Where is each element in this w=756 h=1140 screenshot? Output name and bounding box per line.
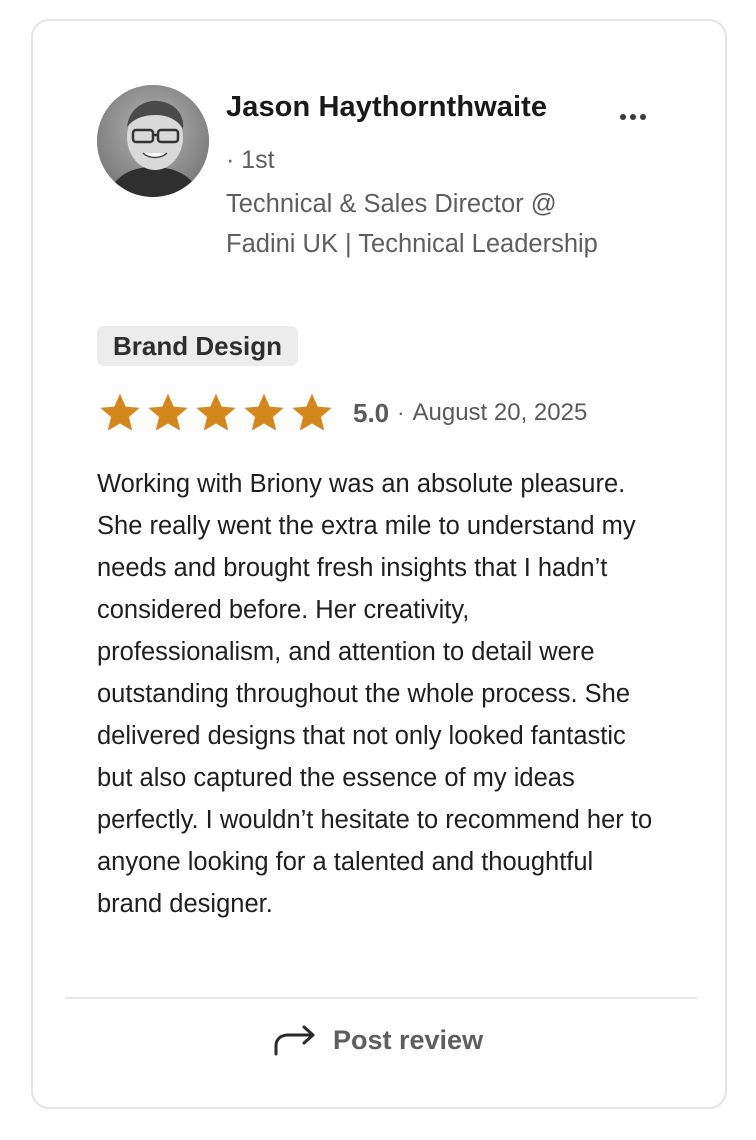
more-horizontal-icon — [640, 114, 646, 120]
divider — [65, 997, 697, 999]
reviewer-name[interactable]: Jason Haythornthwaite — [226, 91, 547, 124]
more-horizontal-icon — [620, 114, 626, 120]
review-text: Working with Briony was an absolute plea… — [97, 470, 653, 918]
reviewer-headline: Technical & Sales Director @ Fadini UK |… — [226, 190, 598, 258]
rating-score: 5.0 — [353, 397, 390, 428]
review-card: Jason Haythornthwaite · 1st Technical & … — [31, 19, 727, 1109]
avatar-photo — [97, 85, 209, 197]
star-icon — [148, 393, 188, 431]
star-icon — [196, 393, 236, 431]
skill-tag: Brand Design — [97, 326, 299, 366]
star-icon — [292, 393, 332, 431]
rating-row: 5.0 · August 20, 2025 — [97, 389, 587, 437]
review-date: August 20, 2025 — [412, 399, 588, 426]
star-rating — [97, 391, 335, 435]
connection-degree: · 1st — [226, 146, 275, 174]
post-review-button[interactable]: Post review — [273, 1019, 483, 1061]
post-review-label: Post review — [333, 1024, 484, 1055]
more-options-button[interactable] — [613, 101, 653, 133]
share-arrow-icon — [274, 1025, 315, 1056]
rating-separator: · — [397, 400, 405, 425]
reviewer-avatar[interactable] — [97, 85, 209, 197]
star-icon — [244, 393, 284, 431]
more-horizontal-icon — [630, 114, 636, 120]
star-icon — [100, 393, 140, 431]
